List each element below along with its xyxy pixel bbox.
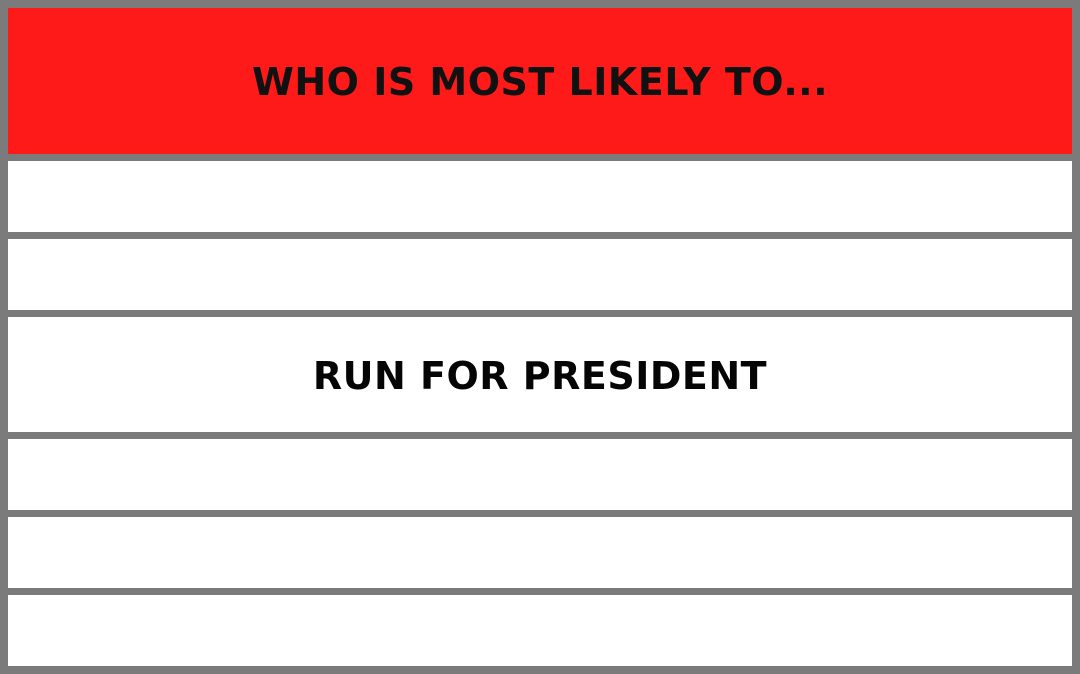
prompt-card: WHO IS MOST LIKELY TO... RUN FOR PRESIDE… <box>0 0 1080 674</box>
answer-row-2 <box>8 239 1072 310</box>
answer-row-5 <box>8 517 1072 588</box>
prompt-title: WHO IS MOST LIKELY TO... <box>251 59 829 104</box>
answer-row-text: RUN FOR PRESIDENT <box>312 353 768 398</box>
answer-row-4 <box>8 439 1072 510</box>
prompt-header: WHO IS MOST LIKELY TO... <box>8 8 1072 154</box>
answer-row-1 <box>8 161 1072 232</box>
answer-row-6 <box>8 595 1072 666</box>
answer-row-3: RUN FOR PRESIDENT <box>8 317 1072 432</box>
